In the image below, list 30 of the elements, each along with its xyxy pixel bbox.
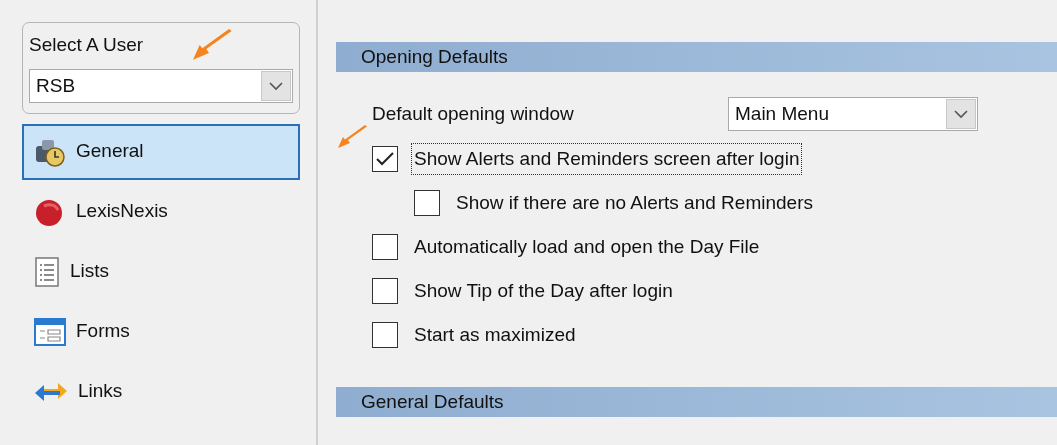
sidebar-item[interactable]: Lists [22, 243, 300, 300]
section-header: General Defaults [336, 387, 1057, 417]
dropdown[interactable]: RSB [29, 69, 293, 103]
sidebar-item[interactable]: LexisNexis [22, 183, 300, 240]
dropdown[interactable]: Main Menu [728, 97, 978, 131]
field-label: Default opening window [372, 101, 575, 126]
group-label: Select A User [29, 33, 144, 57]
checkbox[interactable] [372, 322, 398, 348]
annotation-arrow-icon [338, 125, 368, 149]
checkbox[interactable] [372, 234, 398, 260]
list-icon [34, 255, 60, 288]
checkbox-label: Automatically load and open the Day File [413, 234, 761, 259]
dropdown-value: RSB [35, 73, 76, 98]
sidebar-item[interactable]: Links [22, 363, 300, 420]
checkbox-label: Show Alerts and Reminders screen after login [411, 142, 803, 176]
form-icon [34, 317, 66, 346]
chevron-down-icon [269, 81, 283, 91]
checkmark-icon [376, 152, 394, 166]
section-header: Opening Defaults [336, 42, 1057, 72]
sidebar-item[interactable]: Forms [22, 303, 300, 360]
checkbox[interactable] [414, 190, 440, 216]
annotation-arrow-icon [193, 29, 233, 61]
checkbox[interactable] [372, 278, 398, 304]
checkbox[interactable] [372, 146, 398, 172]
checkbox-label: Show Tip of the Day after login [413, 278, 674, 303]
checkbox-label: Show if there are no Alerts and Reminders [455, 190, 814, 215]
dropdown-value: Main Menu [734, 101, 829, 126]
checkbox-label: Start as maximized [413, 322, 577, 347]
chevron-down-icon [954, 109, 968, 119]
sidebar-item[interactable]: General [22, 123, 300, 180]
